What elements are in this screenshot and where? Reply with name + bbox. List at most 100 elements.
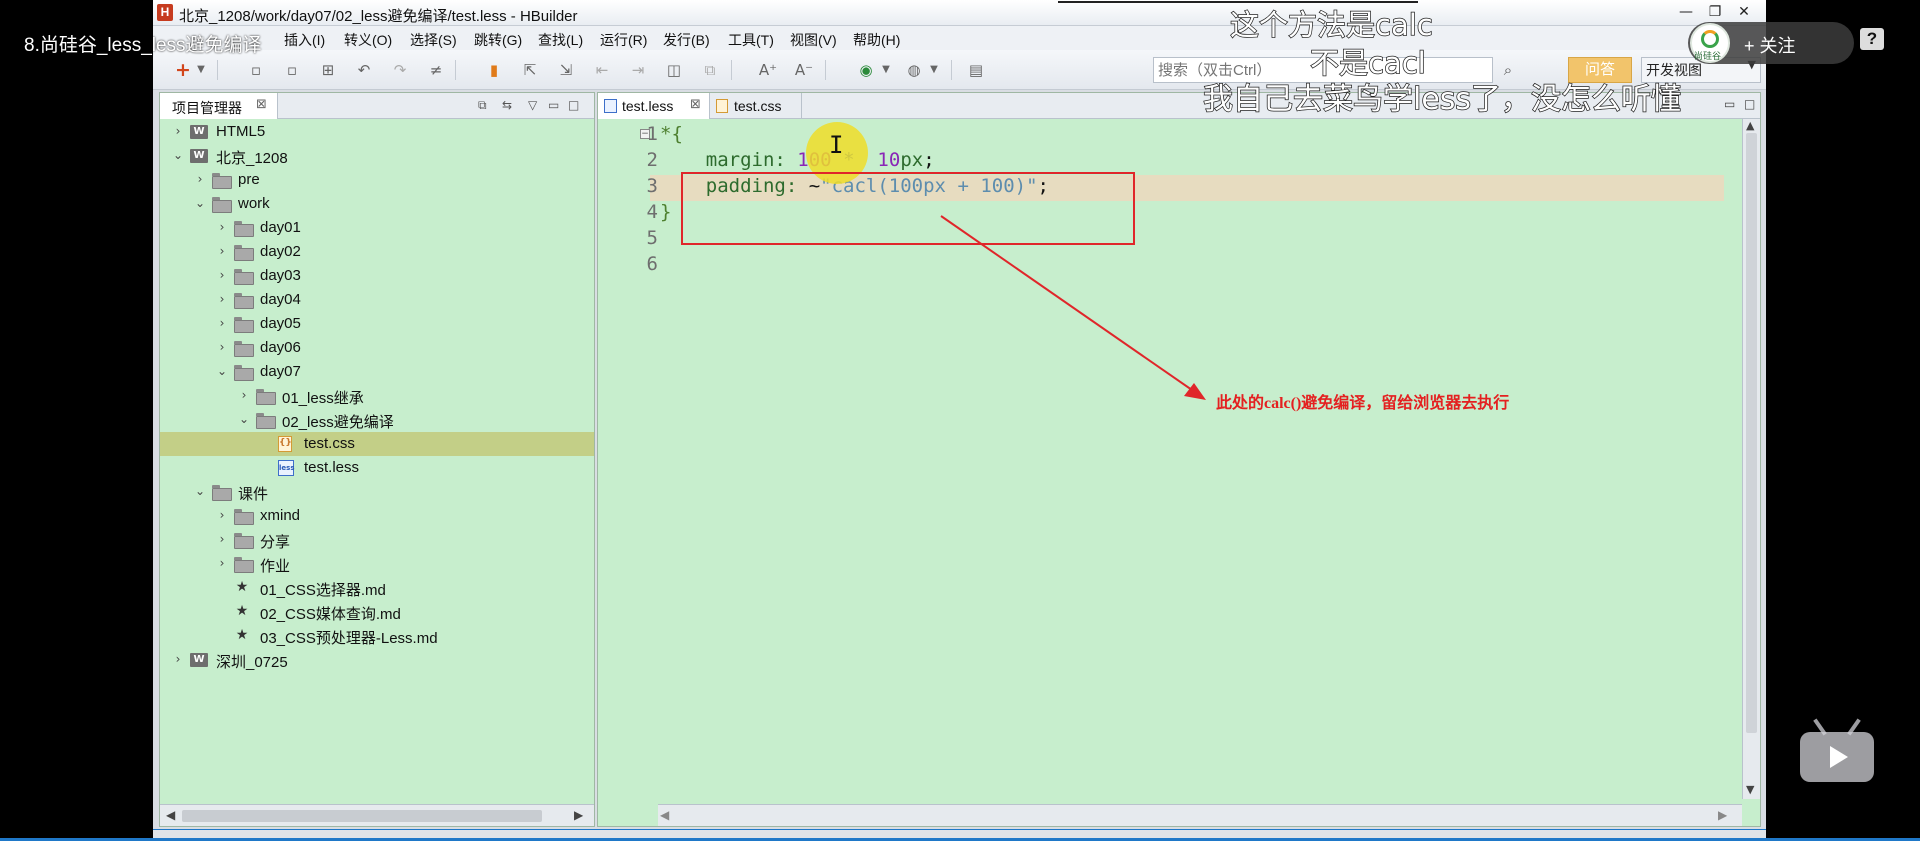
redo-icon[interactable]: ↷	[389, 59, 411, 81]
close-icon[interactable]: ⊠	[690, 97, 701, 112]
chevron-right-icon[interactable]: ›	[216, 340, 228, 354]
menu-escape[interactable]: 转义(O)	[344, 30, 392, 50]
browser-icon[interactable]: ◍	[903, 59, 925, 81]
format-icon[interactable]: ≠	[425, 59, 447, 81]
menu-goto[interactable]: 跳转(G)	[474, 30, 522, 50]
chevron-down-icon[interactable]: ⌄	[216, 364, 228, 378]
tree-item[interactable]: ★ 03_CSS预处理器-Less.md	[160, 624, 594, 648]
chevron-right-icon[interactable]: ›	[216, 556, 228, 570]
follow-button[interactable]: 尚硅谷 + 关注	[1688, 22, 1854, 64]
scrollbar-thumb[interactable]	[1746, 133, 1757, 733]
chevron-right-icon[interactable]: ›	[216, 508, 228, 522]
avatar[interactable]: 尚硅谷	[1690, 23, 1730, 63]
save-all-icon[interactable]: ▫	[281, 59, 303, 81]
revert-icon[interactable]: ⊞	[317, 59, 339, 81]
align-left-icon[interactable]: ⇤	[591, 59, 613, 81]
comment-icon[interactable]: ◫	[663, 59, 685, 81]
horizontal-scrollbar[interactable]: ◀ ▶	[160, 804, 594, 826]
chevron-right-icon[interactable]: ›	[238, 388, 250, 402]
chevron-down-icon[interactable]: ▼	[923, 59, 945, 81]
export-icon[interactable]: ⇱	[519, 59, 541, 81]
tree-item[interactable]: › pre	[160, 168, 594, 192]
tab-test-less[interactable]: test.less ⊠	[598, 93, 710, 119]
tree-item[interactable]: › day01	[160, 216, 594, 240]
maximize-icon[interactable]: □	[568, 98, 579, 112]
tree-item[interactable]: › day02	[160, 240, 594, 264]
tree-item[interactable]: ⌄ work	[160, 192, 594, 216]
chevron-right-icon[interactable]: ›	[172, 124, 184, 138]
menu-run[interactable]: 运行(R)	[600, 30, 647, 50]
undo-icon[interactable]: ↶	[353, 59, 375, 81]
scroll-left-icon[interactable]: ◀	[660, 808, 669, 822]
help-button[interactable]: ?	[1860, 28, 1884, 50]
restore-button[interactable]: ❐	[1701, 2, 1729, 22]
tree-item[interactable]: ★ 02_CSS媒体查询.md	[160, 600, 594, 624]
copy-icon[interactable]: ⧉	[699, 59, 721, 81]
minimize-icon[interactable]: ▭	[548, 98, 559, 112]
chevron-right-icon[interactable]: ›	[216, 244, 228, 258]
scroll-down-icon[interactable]: ▼	[1746, 783, 1754, 796]
menu-find[interactable]: 查找(L)	[538, 30, 583, 50]
tree-item[interactable]: › day03	[160, 264, 594, 288]
import-icon[interactable]: ⇲	[555, 59, 577, 81]
menu-select[interactable]: 选择(S)	[410, 30, 457, 50]
scroll-up-icon[interactable]: ▲	[1746, 119, 1754, 132]
chevron-right-icon[interactable]: ›	[216, 268, 228, 282]
chevron-down-icon[interactable]: ⌄	[238, 412, 250, 426]
tree-item[interactable]: › 作业	[160, 552, 594, 576]
chevron-down-icon[interactable]: ⌄	[172, 148, 184, 162]
minimize-icon[interactable]: ▭	[1724, 97, 1735, 111]
chevron-down-icon[interactable]: ▼	[875, 59, 897, 81]
view-menu-icon[interactable]: ▽	[528, 98, 537, 112]
close-icon[interactable]: ⊠	[256, 97, 267, 112]
feedback-icon[interactable]: ▤	[965, 59, 987, 81]
tree-item[interactable]: › 分享	[160, 528, 594, 552]
menu-publish[interactable]: 发行(B)	[663, 30, 710, 50]
collapse-all-icon[interactable]: ⧉	[478, 98, 487, 113]
tree-item[interactable]: › day06	[160, 336, 594, 360]
tree-item[interactable]: › day04	[160, 288, 594, 312]
minimize-button[interactable]: —	[1672, 2, 1700, 22]
tree-item[interactable]: › xmind	[160, 504, 594, 528]
tree-item[interactable]: › W HTML5	[160, 120, 594, 144]
chevron-right-icon[interactable]: ›	[216, 532, 228, 546]
maximize-icon[interactable]: □	[1744, 97, 1755, 111]
chevron-down-icon[interactable]: ⌄	[194, 484, 206, 498]
tree-item[interactable]: › W 深圳_0725	[160, 648, 594, 672]
font-increase-icon[interactable]: A⁺	[757, 59, 779, 81]
menu-view[interactable]: 视图(V)	[790, 30, 837, 50]
scrollbar-thumb[interactable]	[182, 810, 542, 822]
menu-insert[interactable]: 插入(I)	[284, 30, 325, 50]
vertical-scrollbar[interactable]: ▲ ▼	[1742, 119, 1760, 799]
scroll-right-icon[interactable]: ▶	[574, 808, 583, 822]
tree-item[interactable]: ⌄ W 北京_1208	[160, 144, 594, 168]
chevron-right-icon[interactable]: ›	[172, 652, 184, 666]
close-button[interactable]: ✕	[1730, 2, 1758, 22]
save-icon[interactable]: ▫	[245, 59, 267, 81]
tab-project-manager[interactable]: 项目管理器 ⊠	[160, 93, 278, 119]
scroll-right-icon[interactable]: ▶	[1718, 808, 1727, 822]
bookmark-icon[interactable]: ▮	[483, 59, 505, 81]
menu-help[interactable]: 帮助(H)	[853, 30, 900, 50]
chevron-down-icon[interactable]: ⌄	[194, 196, 206, 210]
horizontal-scrollbar[interactable]: ◀ ▶	[658, 804, 1742, 826]
tree-item[interactable]: ⌄ day07	[160, 360, 594, 384]
tree-item[interactable]: › day05	[160, 312, 594, 336]
chevron-down-icon[interactable]: ▼	[190, 59, 212, 81]
link-editor-icon[interactable]: ⇆	[502, 98, 512, 112]
tree-item[interactable]: › 01_less继承	[160, 384, 594, 408]
tree-item[interactable]: less test.less	[160, 456, 594, 480]
tree-item[interactable]: ★ 01_CSS选择器.md	[160, 576, 594, 600]
tree-item[interactable]: ⌄ 02_less避免编译	[160, 408, 594, 432]
chevron-right-icon[interactable]: ›	[216, 292, 228, 306]
play-button-icon[interactable]	[1800, 718, 1876, 782]
font-decrease-icon[interactable]: A⁻	[793, 59, 815, 81]
chevron-right-icon[interactable]: ›	[216, 220, 228, 234]
chevron-right-icon[interactable]: ›	[216, 316, 228, 330]
chevron-right-icon[interactable]: ›	[194, 172, 206, 186]
align-right-icon[interactable]: ⇥	[627, 59, 649, 81]
run-icon[interactable]: ◉	[855, 59, 877, 81]
tab-test-css[interactable]: test.css	[710, 93, 802, 119]
tree-item[interactable]: ⌄ 课件	[160, 480, 594, 504]
scroll-left-icon[interactable]: ◀	[166, 808, 175, 822]
